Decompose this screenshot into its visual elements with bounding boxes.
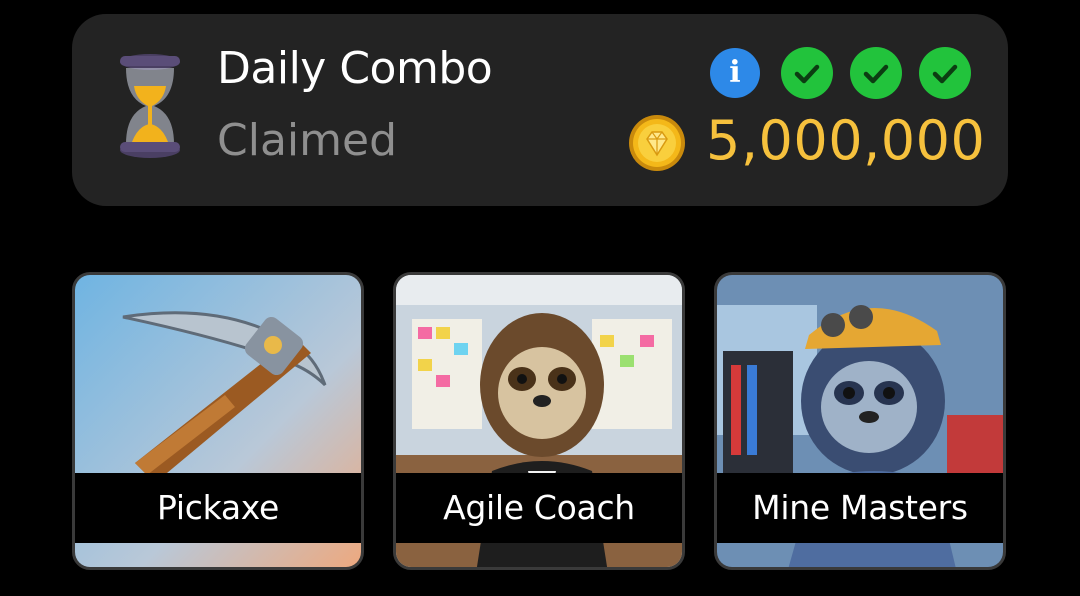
hourglass-icon: [120, 54, 180, 158]
card-label: Agile Coach: [396, 473, 682, 543]
coin-icon: [629, 115, 685, 171]
card-pickaxe[interactable]: Pickaxe: [72, 272, 364, 570]
card-mine-masters[interactable]: Mine Masters: [714, 272, 1006, 570]
check-icon: [919, 47, 971, 99]
daily-combo-title: Daily Combo: [217, 43, 493, 94]
check-icon: [850, 47, 902, 99]
card-label: Pickaxe: [75, 473, 361, 543]
claimed-status: Claimed: [217, 115, 397, 166]
reward-amount: 5,000,000: [706, 109, 986, 172]
card-agile-coach[interactable]: Agile Coach: [393, 272, 685, 570]
card-label: Mine Masters: [717, 473, 1003, 543]
check-icon: [781, 47, 833, 99]
info-icon[interactable]: i: [710, 48, 760, 98]
